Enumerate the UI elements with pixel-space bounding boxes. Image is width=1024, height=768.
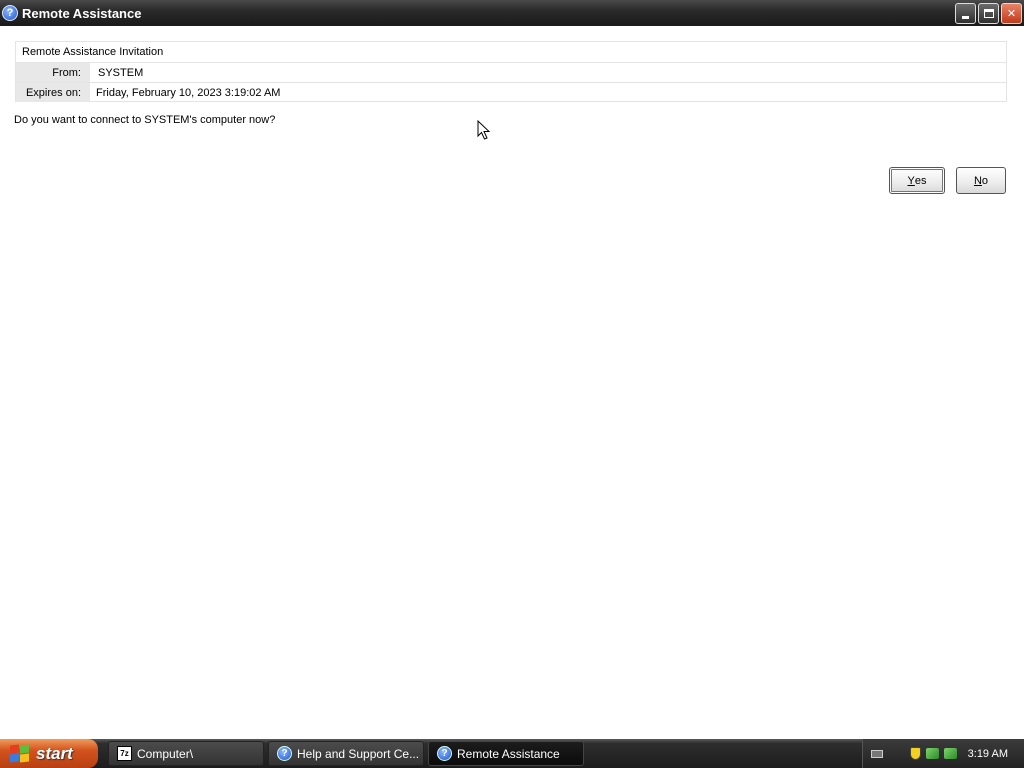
taskbar-item-label: Help and Support Ce...	[297, 746, 420, 761]
minimize-icon	[962, 16, 969, 19]
invitation-heading-row: Remote Assistance Invitation	[16, 42, 1006, 62]
window-title: Remote Assistance	[22, 5, 142, 21]
help-question-icon: ?	[2, 5, 18, 21]
yes-accelerator: Y	[907, 174, 915, 187]
network-icon[interactable]	[926, 748, 939, 759]
yes-label-rest: es	[914, 174, 927, 187]
no-label-rest: o	[981, 174, 989, 187]
connect-question: Do you want to connect to SYSTEM's compu…	[14, 114, 276, 126]
expires-label: Expires on:	[16, 83, 90, 102]
taskbar-item-label: Remote Assistance	[457, 746, 560, 761]
taskbar-item-computer[interactable]: 7z Computer\	[108, 741, 264, 766]
network-icon[interactable]	[944, 748, 957, 759]
title-bar[interactable]: ? Remote Assistance ✕	[0, 0, 1024, 26]
start-button[interactable]: start	[0, 739, 98, 768]
system-tray: 3:19 AM	[862, 739, 1024, 768]
from-value: SYSTEM	[98, 66, 144, 79]
yes-button[interactable]: Yes	[889, 167, 945, 194]
no-accelerator: N	[973, 174, 982, 187]
help-question-icon: ?	[437, 746, 452, 761]
close-icon: ✕	[1006, 8, 1017, 20]
invitation-details: Remote Assistance Invitation From: SYSTE…	[15, 41, 1007, 102]
window-controls: ✕	[955, 3, 1022, 24]
7zip-icon: 7z	[117, 746, 132, 761]
help-question-icon: ?	[277, 746, 292, 761]
start-label: start	[36, 743, 73, 763]
no-button[interactable]: No	[956, 167, 1006, 194]
clock[interactable]: 3:19 AM	[968, 748, 1008, 760]
mouse-pointer-icon	[477, 120, 491, 140]
restore-button[interactable]	[978, 3, 999, 24]
security-shield-icon[interactable]	[910, 747, 921, 760]
taskbar: start 7z Computer\ ? Help and Support Ce…	[0, 739, 1024, 768]
keyboard-icon[interactable]	[871, 749, 883, 758]
taskbar-item-help-and-support[interactable]: ? Help and Support Ce...	[268, 741, 424, 766]
from-label: From:	[16, 63, 90, 82]
taskbar-item-label: Computer\	[137, 746, 194, 761]
from-row: From: SYSTEM	[16, 62, 1006, 82]
invitation-heading: Remote Assistance Invitation	[22, 46, 164, 58]
expires-row: Expires on: Friday, February 10, 2023 3:…	[16, 82, 1006, 102]
taskbar-item-remote-assistance[interactable]: ? Remote Assistance	[428, 741, 584, 766]
restore-icon	[983, 9, 994, 18]
expires-value: Friday, February 10, 2023 3:19:02 AM	[96, 86, 281, 99]
windows-logo-icon	[10, 744, 30, 763]
minimize-button[interactable]	[955, 3, 976, 24]
dialog-client-area: Remote Assistance Invitation From: SYSTE…	[0, 26, 1024, 739]
close-button[interactable]: ✕	[1001, 3, 1022, 24]
